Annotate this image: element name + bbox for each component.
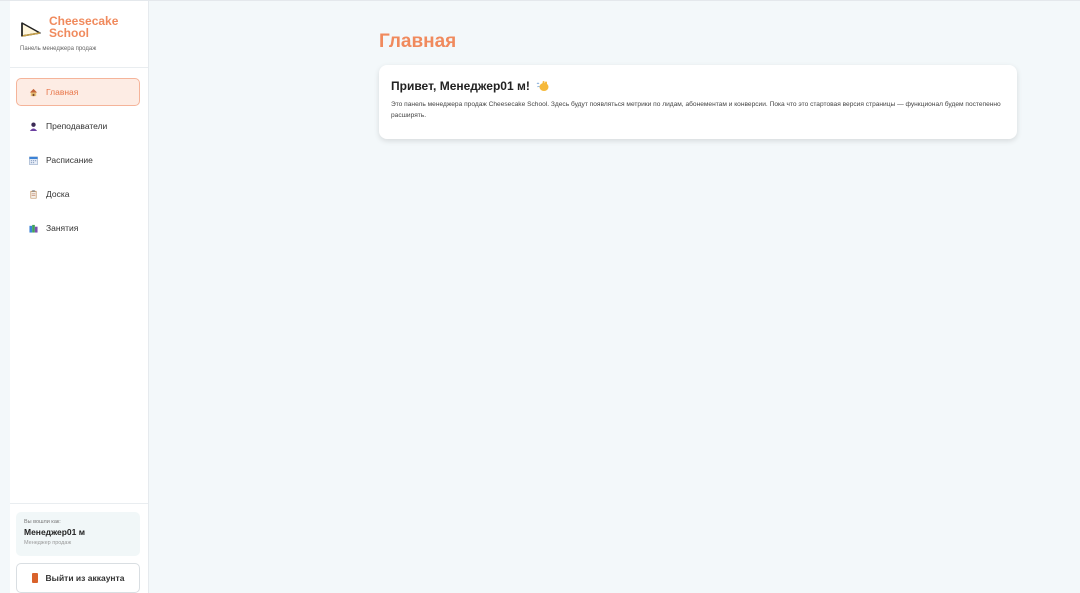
sidebar-item-board[interactable]: Доска <box>16 180 140 208</box>
welcome-text: Это панель менеджера продаж Cheesecake S… <box>391 101 1001 119</box>
page-title: Главная <box>379 31 457 52</box>
sidebar-item-label: Преподаватели <box>46 121 108 131</box>
door-icon <box>31 573 38 583</box>
house-icon <box>29 88 38 96</box>
cheesecake-logo-icon <box>21 22 41 37</box>
brand-name: Cheesecake School <box>49 14 119 40</box>
user-card: Вы вошли как: Менеджер01 м Менеджер прод… <box>16 512 140 556</box>
welcome-title: Привет, Менеджер01 м! <box>391 79 530 93</box>
waving-hand-icon <box>536 81 549 91</box>
brand: Cheesecake School Панель менеджера прода… <box>10 1 148 68</box>
app-window: Cheesecake School Панель менеджера прода… <box>0 0 1080 593</box>
sidebar-item-label: Занятия <box>46 223 79 233</box>
clipboard-icon <box>30 189 37 199</box>
welcome-heading: Привет, Менеджер01 м! <box>391 77 1005 95</box>
sidebar-item-label: Главная <box>46 87 79 97</box>
welcome-card: Привет, Менеджер01 м! Это панель менедже… <box>379 65 1017 139</box>
sidebar-nav: Главная Преподаватели Расписание Доска З… <box>16 78 140 248</box>
books-icon <box>29 224 38 233</box>
sidebar-item-teachers[interactable]: Преподаватели <box>16 112 140 140</box>
calendar-icon <box>29 156 38 165</box>
user-role: Менеджер продаж <box>24 540 72 546</box>
sidebar-footer-divider <box>10 503 148 504</box>
sidebar-item-label: Доска <box>46 189 70 199</box>
sidebar: Cheesecake School Панель менеджера прода… <box>10 1 149 593</box>
logged-in-label: Вы вошли как: <box>24 519 61 525</box>
user-name: Менеджер01 м <box>24 527 86 537</box>
teacher-icon <box>29 122 38 131</box>
sidebar-item-label: Расписание <box>46 155 93 165</box>
brand-subtitle: Панель менеджера продаж <box>20 46 97 52</box>
sidebar-item-home[interactable]: Главная <box>16 78 140 106</box>
sidebar-item-lessons[interactable]: Занятия <box>16 214 140 242</box>
logout-label: Выйти из аккаунта <box>45 573 125 583</box>
logout-button[interactable]: Выйти из аккаунта <box>16 563 140 593</box>
sidebar-item-schedule[interactable]: Расписание <box>16 146 140 174</box>
